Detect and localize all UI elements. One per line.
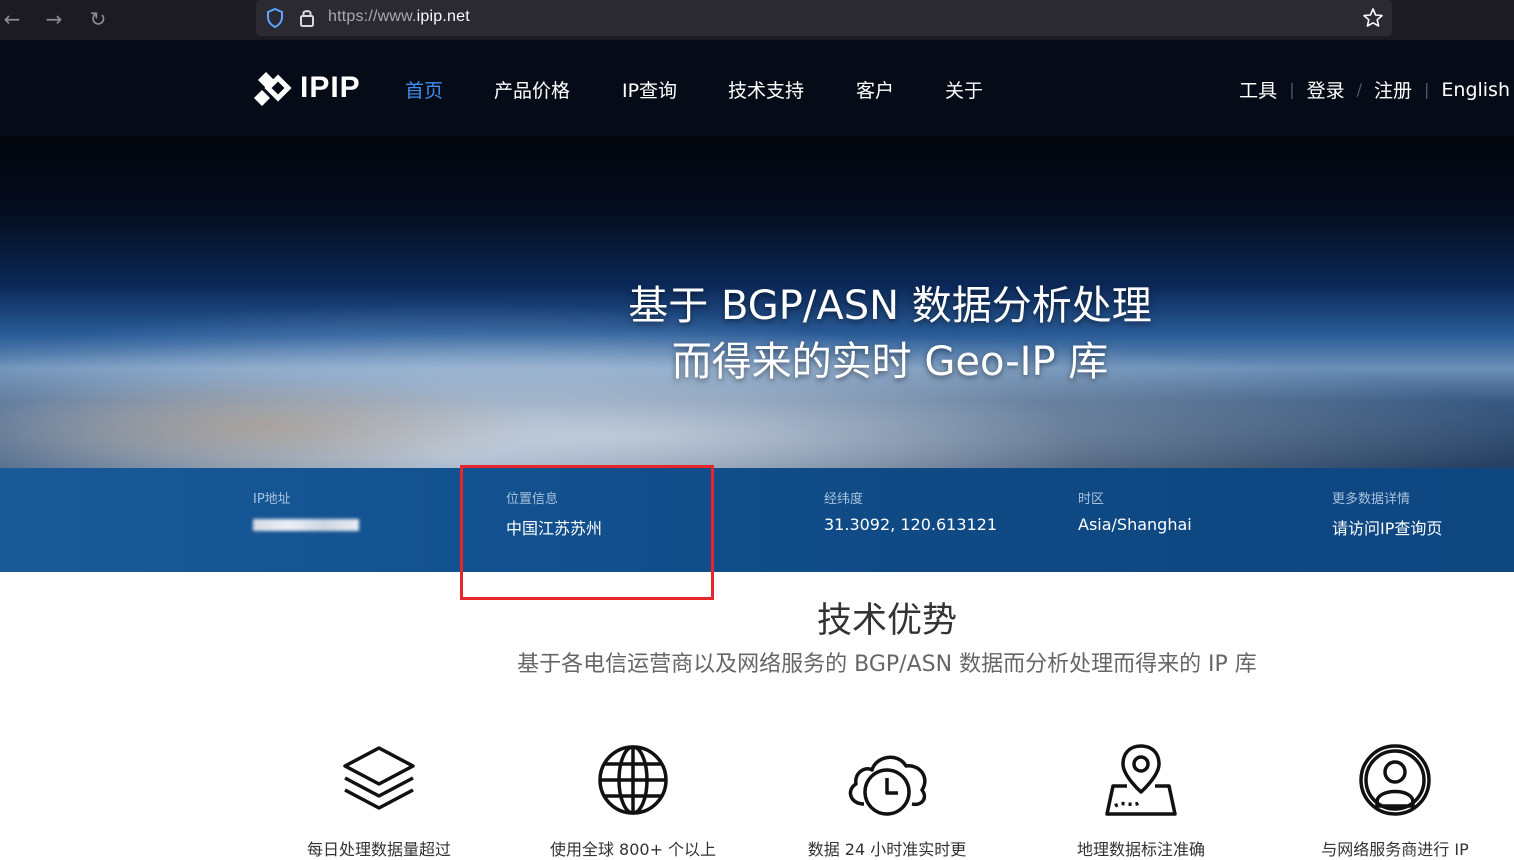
divider: |	[1424, 80, 1430, 99]
hero-banner: 基于 BGP/ASN 数据分析处理 而得来的实时 Geo-IP 库	[0, 136, 1514, 468]
coordinates-value: 31.3092, 120.613121	[824, 515, 998, 534]
feature-label: 每日处理数据量超过	[306, 840, 451, 859]
english-link[interactable]: English	[1441, 79, 1510, 101]
ip-address-field: IP地址	[253, 488, 359, 535]
address-bar[interactable]: https://www.ipip.net	[256, 0, 1392, 36]
ip-address-label: IP地址	[253, 492, 291, 507]
map-pin-icon	[1105, 744, 1177, 816]
timezone-label: 时区	[1078, 492, 1105, 507]
nav-home[interactable]: 首页	[405, 76, 443, 103]
lock-icon[interactable]	[298, 7, 316, 29]
login-link[interactable]: 登录	[1307, 76, 1345, 103]
site-header: IPIP 首页 产品价格 IP查询 技术支持 客户 关于 工具 | 登录 / 注…	[0, 40, 1514, 136]
feature-item: 每日处理数据量超过	[259, 740, 499, 860]
more-details-field: 更多数据详情 请访问IP查询页	[1332, 488, 1442, 539]
hero-title-line-1: 基于 BGP/ASN 数据分析处理	[628, 283, 1152, 329]
timezone-field: 时区 Asia/Shanghai	[1078, 488, 1192, 534]
nav-support[interactable]: 技术支持	[728, 76, 804, 103]
annotation-highlight-box	[460, 465, 714, 600]
timezone-value: Asia/Shanghai	[1078, 515, 1192, 534]
divider: |	[1289, 80, 1295, 99]
ip-address-value	[253, 515, 359, 535]
redacted-ip	[253, 519, 359, 531]
register-link[interactable]: 注册	[1374, 76, 1412, 103]
more-details-label: 更多数据详情	[1332, 492, 1411, 507]
nav-customers[interactable]: 客户	[856, 76, 894, 103]
url-text[interactable]: https://www.ipip.net	[328, 8, 470, 26]
feature-label: 地理数据标注准确	[1076, 840, 1205, 859]
arrow-right-icon[interactable]: →	[42, 8, 66, 32]
site-logo[interactable]: IPIP	[252, 67, 361, 109]
arrow-left-icon[interactable]: ←	[0, 8, 24, 32]
bookmark-star-icon[interactable]	[1362, 7, 1384, 29]
feature-label: 与网络服务商进行 IP	[1321, 840, 1469, 859]
logo-text: IPIP	[300, 71, 361, 104]
nav-ip-lookup[interactable]: IP查询	[622, 76, 677, 103]
logo-mark-icon	[254, 72, 292, 106]
coordinates-field: 经纬度 31.3092, 120.613121	[824, 488, 997, 534]
feature-item: 使用全球 800+ 个以上	[513, 740, 753, 860]
feature-item: 地理数据标注准确	[1021, 740, 1261, 860]
tools-link[interactable]: 工具	[1239, 76, 1277, 103]
globe-icon	[598, 745, 668, 815]
reload-icon[interactable]: ↻	[86, 8, 110, 32]
section-subtitle: 基于各电信运营商以及网络服务的 BGP/ASN 数据而分析处理而得来的 IP 库	[517, 652, 1257, 677]
browser-toolbar: ← → ↻ https://www.ipip.net	[0, 0, 1514, 40]
cloud-clock-icon	[848, 755, 927, 816]
layers-icon	[343, 746, 415, 810]
coordinates-label: 经纬度	[824, 492, 864, 507]
feature-label: 使用全球 800+ 个以上	[549, 840, 717, 859]
nav-about[interactable]: 关于	[945, 76, 983, 103]
user-circle-icon	[1359, 744, 1431, 816]
hero-title-line-2: 而得来的实时 Geo-IP 库	[671, 339, 1109, 385]
shield-icon[interactable]	[264, 7, 286, 29]
divider: /	[1356, 80, 1362, 99]
hero-title: 基于 BGP/ASN 数据分析处理 而得来的实时 Geo-IP 库	[560, 278, 1220, 390]
feature-item: 与网络服务商进行 IP	[1275, 740, 1514, 860]
section-title: 技术优势	[816, 601, 957, 641]
feature-label: 数据 24 小时准实时更	[807, 840, 967, 859]
user-nav: 工具 | 登录 / 注册 | English	[1239, 76, 1510, 103]
ip-info-bar: IP地址 位置信息 中国江苏苏州 经纬度 31.3092, 120.613121…	[0, 468, 1514, 572]
feature-item: 数据 24 小时准实时更	[767, 740, 1007, 860]
more-details-link[interactable]: 请访问IP查询页	[1332, 515, 1442, 539]
nav-pricing[interactable]: 产品价格	[494, 76, 570, 103]
